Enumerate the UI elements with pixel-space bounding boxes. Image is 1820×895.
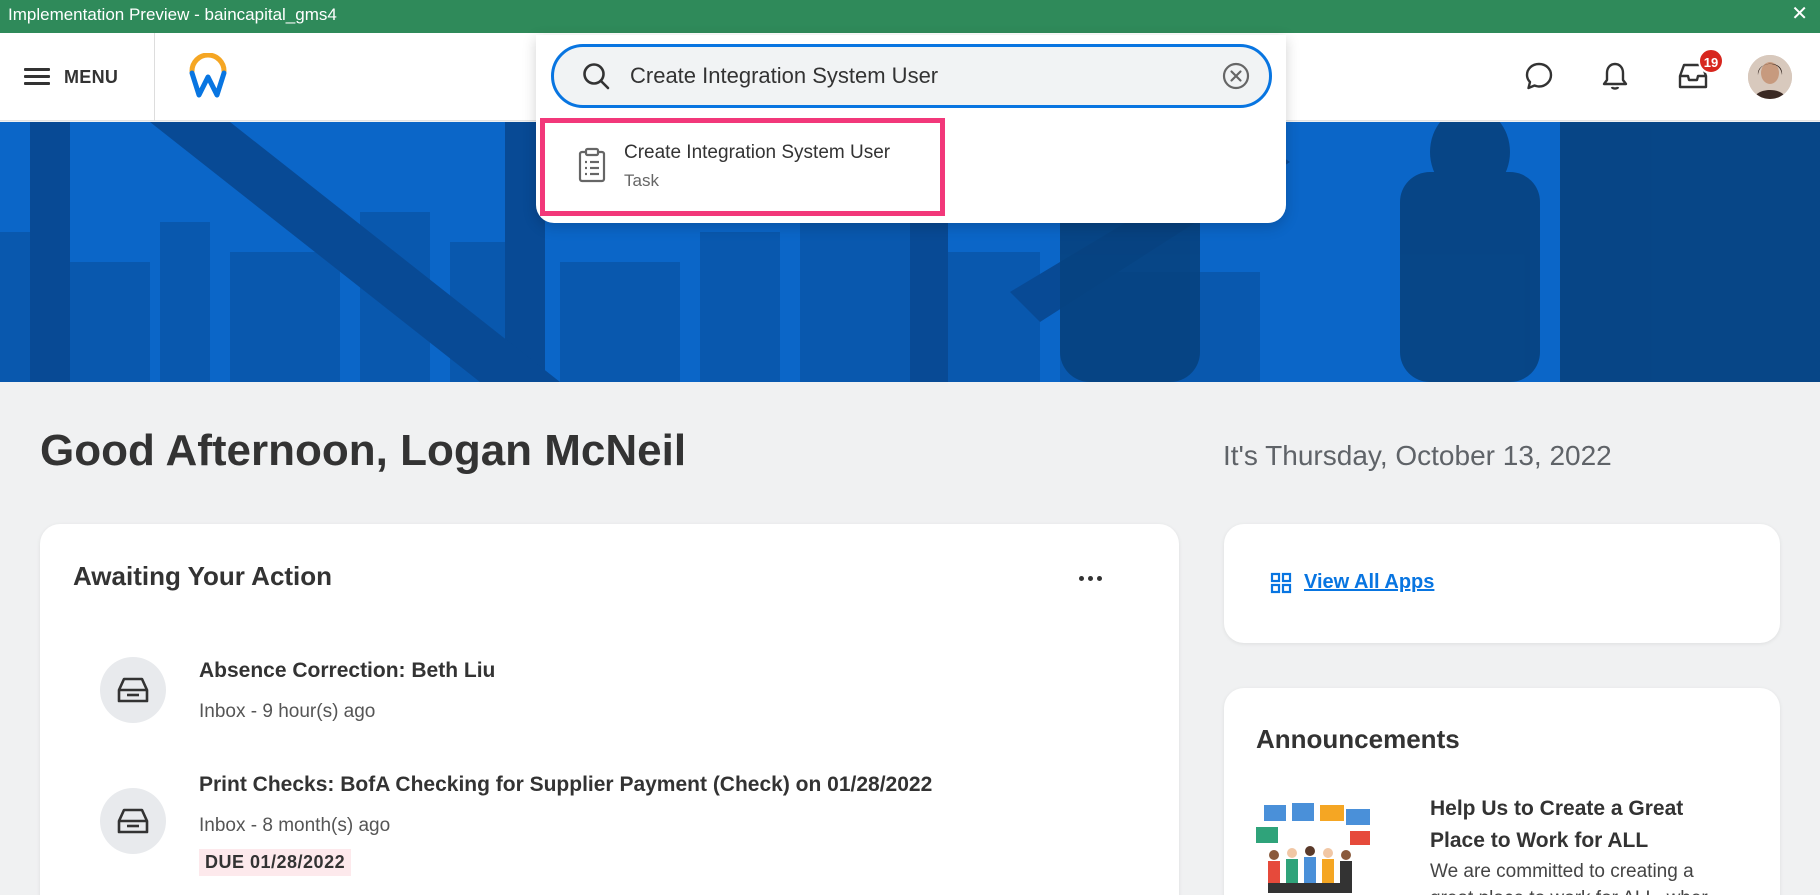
view-all-apps-link[interactable]: View All Apps — [1270, 571, 1434, 594]
search-result-title: Create Integration System User — [624, 142, 891, 163]
task-icon — [578, 147, 606, 183]
task-title[interactable]: Absence Correction: Beth Liu — [199, 659, 495, 683]
inbox-tray-icon — [100, 788, 166, 854]
search-icon — [583, 63, 610, 90]
task-title[interactable]: Print Checks: BofA Checking for Supplier… — [199, 773, 932, 797]
search-input[interactable] — [630, 63, 1210, 89]
grid-icon — [1270, 572, 1292, 593]
window-titlebar: Implementation Preview - baincapital_gms… — [0, 0, 1820, 33]
menu-label: MENU — [64, 66, 119, 87]
search-result-item[interactable]: Create Integration System User Task — [540, 118, 945, 216]
task-subtitle: Inbox - 8 month(s) ago — [199, 815, 391, 836]
due-date-badge: DUE 01/28/2022 — [199, 849, 352, 876]
current-date: It's Thursday, October 13, 2022 — [1223, 440, 1612, 471]
greeting-heading: Good Afternoon, Logan McNeil — [40, 426, 687, 475]
announcement-title[interactable]: Help Us to Create a Great Place to Work … — [1430, 793, 1730, 857]
inbox-tray-icon — [100, 657, 166, 723]
announcement-illustration[interactable] — [1254, 803, 1372, 895]
awaiting-action-title: Awaiting Your Action — [73, 561, 333, 591]
close-icon[interactable]: ✕ — [1791, 0, 1808, 28]
hamburger-icon — [24, 68, 50, 86]
search-result-type: Task — [624, 171, 659, 190]
more-options-icon[interactable] — [1070, 566, 1110, 590]
view-all-apps-label[interactable]: View All Apps — [1304, 571, 1434, 594]
bell-icon[interactable] — [1594, 55, 1636, 97]
window-title: Implementation Preview - baincapital_gms… — [8, 5, 337, 24]
announcement-text: We are committed to creating a great pla… — [1430, 861, 1708, 895]
workday-logo[interactable] — [188, 53, 228, 99]
search-field[interactable] — [551, 44, 1272, 108]
avatar[interactable] — [1748, 55, 1792, 99]
chat-icon[interactable] — [1518, 55, 1560, 97]
menu-button[interactable]: MENU — [0, 33, 155, 121]
task-subtitle: Inbox - 9 hour(s) ago — [199, 701, 376, 722]
inbox-count-badge: 19 — [1698, 48, 1724, 74]
clear-search-icon[interactable] — [1221, 61, 1251, 91]
announcements-title: Announcements — [1256, 724, 1460, 754]
